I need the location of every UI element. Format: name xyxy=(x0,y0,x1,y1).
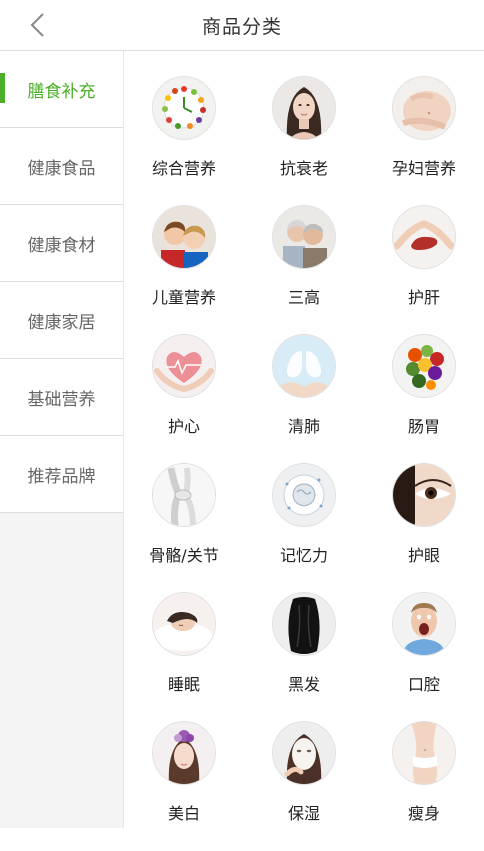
sidebar-item-label: 基础营养 xyxy=(27,389,96,410)
category-item-heart-care[interactable]: 护心 xyxy=(124,335,244,464)
category-item-slimming[interactable]: 瘦身 xyxy=(364,722,484,851)
category-label: 口腔 xyxy=(407,675,440,694)
category-label: 综合营养 xyxy=(151,159,216,178)
woman-face-icon xyxy=(273,77,335,139)
category-label: 瘦身 xyxy=(407,804,440,823)
slim-waist-icon xyxy=(393,722,455,784)
category-label: 记忆力 xyxy=(279,546,328,565)
sleeping-woman-icon xyxy=(153,593,215,655)
sidebar-item-label: 健康食品 xyxy=(27,158,96,179)
category-item-sleep[interactable]: 睡眠 xyxy=(124,593,244,722)
chevron-left-icon xyxy=(30,13,44,37)
category-label: 黑发 xyxy=(287,675,320,694)
flower-woman-icon xyxy=(153,722,215,784)
top-bar: 商品分类 xyxy=(0,0,484,51)
category-item-gastrointestinal[interactable]: 肠胃 xyxy=(364,335,484,464)
category-label: 护心 xyxy=(167,417,200,436)
liver-hands-icon xyxy=(393,206,455,268)
elderly-couple-icon xyxy=(273,206,335,268)
eye-icon xyxy=(393,464,455,526)
category-item-liver-care[interactable]: 护肝 xyxy=(364,206,484,335)
sidebar-item-dietary-supplement[interactable]: 膳食补充 xyxy=(0,51,123,128)
sidebar-item-recommended-brands[interactable]: 推荐品牌 xyxy=(0,436,123,513)
sidebar-item-label: 膳食补充 xyxy=(27,81,96,102)
vegetables-icon xyxy=(393,335,455,397)
knee-joint-icon xyxy=(153,464,215,526)
category-item-child-nutrition[interactable]: 儿童营养 xyxy=(124,206,244,335)
heart-hands-icon xyxy=(153,335,215,397)
page-title: 商品分类 xyxy=(201,15,282,38)
category-item-bones-joints[interactable]: 骨骼/关节 xyxy=(124,464,244,593)
category-sidebar: 膳食补充 健康食品 健康食材 健康家居 基础营养 推荐品牌 xyxy=(0,51,124,828)
back-button[interactable] xyxy=(20,6,54,44)
category-item-three-highs[interactable]: 三高 xyxy=(244,206,364,335)
category-label: 三高 xyxy=(287,288,320,307)
category-item-black-hair[interactable]: 黑发 xyxy=(244,593,364,722)
category-grid: 综合营养 抗衰老 孕妇营养 儿童营养 三高 护肝 护心 清肺 肠胃 骨骼/关节 … xyxy=(124,51,484,851)
black-hair-icon xyxy=(273,593,335,655)
category-item-anti-aging[interactable]: 抗衰老 xyxy=(244,77,364,206)
category-label: 美白 xyxy=(167,804,200,823)
category-label: 清肺 xyxy=(287,417,320,436)
sidebar-item-health-ingredients[interactable]: 健康食材 xyxy=(0,205,123,282)
category-item-oral-care[interactable]: 口腔 xyxy=(364,593,484,722)
category-item-lung-cleansing[interactable]: 清肺 xyxy=(244,335,364,464)
pregnant-belly-icon xyxy=(393,77,455,139)
sidebar-item-label: 推荐品牌 xyxy=(27,466,96,487)
sidebar-item-label: 健康家居 xyxy=(27,312,96,333)
fruit-clock-icon xyxy=(153,77,215,139)
sidebar-item-basic-nutrition[interactable]: 基础营养 xyxy=(0,359,123,436)
category-item-whitening[interactable]: 美白 xyxy=(124,722,244,851)
sidebar-item-health-home[interactable]: 健康家居 xyxy=(0,282,123,359)
category-label: 骨骼/关节 xyxy=(149,546,219,565)
category-item-comprehensive-nutrition[interactable]: 综合营养 xyxy=(124,77,244,206)
children-icon xyxy=(153,206,215,268)
category-label: 保湿 xyxy=(287,804,320,823)
category-label: 儿童营养 xyxy=(151,288,216,307)
category-item-memory[interactable]: 记忆力 xyxy=(244,464,364,593)
lungs-icon xyxy=(273,335,335,397)
category-item-pregnancy-nutrition[interactable]: 孕妇营养 xyxy=(364,77,484,206)
category-label: 护眼 xyxy=(407,546,440,565)
category-label: 护肝 xyxy=(407,288,440,307)
category-label: 肠胃 xyxy=(407,417,440,436)
open-mouth-man-icon xyxy=(393,593,455,655)
category-item-eye-care[interactable]: 护眼 xyxy=(364,464,484,593)
category-label: 睡眠 xyxy=(167,675,200,694)
category-label: 孕妇营养 xyxy=(391,159,456,178)
category-label: 抗衰老 xyxy=(279,159,328,178)
sidebar-item-health-food[interactable]: 健康食品 xyxy=(0,128,123,205)
brain-icon xyxy=(273,464,335,526)
category-item-moisturizing[interactable]: 保湿 xyxy=(244,722,364,851)
face-mask-icon xyxy=(273,722,335,784)
sidebar-item-label: 健康食材 xyxy=(27,235,96,256)
